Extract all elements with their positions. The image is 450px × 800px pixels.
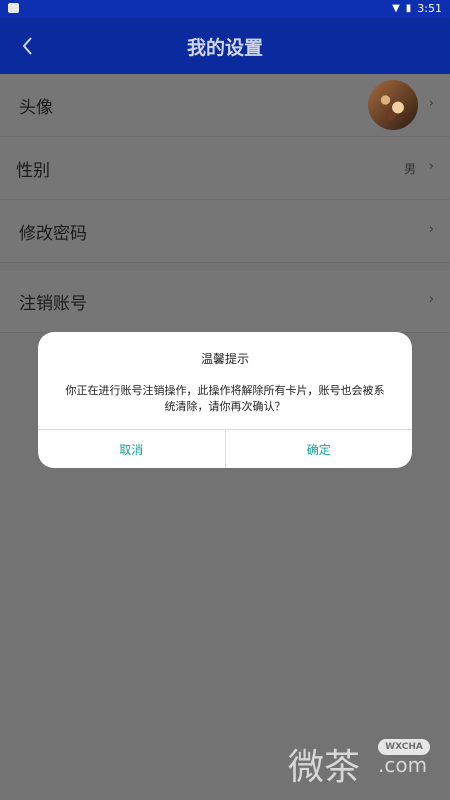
settings-item-label: 修改密码 bbox=[19, 224, 87, 244]
chevron-right-icon: › bbox=[428, 222, 434, 237]
app-bar: 我的设置 bbox=[0, 18, 450, 74]
notification-icon bbox=[8, 3, 19, 13]
status-time: 3:51 bbox=[417, 2, 442, 15]
chevron-right-icon: › bbox=[428, 159, 434, 174]
status-icons: ▼ ▮ 3:51 bbox=[392, 2, 442, 16]
page-title: 我的设置 bbox=[186, 37, 263, 59]
confirm-dialog: 温馨提示 你正在进行账号注销操作，此操作将解除所有卡片，账号也会被系统清除，请你… bbox=[38, 332, 412, 468]
watermark-text: 微茶 bbox=[288, 747, 361, 788]
settings-item-label: 注销账号 bbox=[19, 294, 87, 314]
settings-item-gender[interactable]: 性别 男 › bbox=[0, 137, 450, 200]
watermark-domain: .com bbox=[378, 753, 428, 777]
status-bar: ▼ ▮ 3:51 bbox=[0, 0, 450, 18]
settings-item-delete-account[interactable]: 注销账号 › bbox=[0, 269, 450, 333]
dialog-message: 你正在进行账号注销操作，此操作将解除所有卡片，账号也会被系统清除，请你再次确认？ bbox=[65, 384, 385, 413]
confirm-button[interactable]: 确定 bbox=[224, 430, 413, 468]
gender-value: 男 bbox=[403, 162, 416, 176]
settings-item-label: 头像 bbox=[19, 98, 53, 118]
chevron-right-icon: › bbox=[428, 292, 434, 307]
wifi-icon: ▼ bbox=[392, 3, 400, 14]
settings-list: 头像 › 性别 男 › 修改密码 › 注销账号 › bbox=[0, 74, 450, 333]
settings-item-label: 性别 bbox=[16, 161, 50, 181]
dialog-actions: 取消 确定 bbox=[38, 429, 412, 468]
settings-item-change-password[interactable]: 修改密码 › bbox=[0, 200, 450, 263]
chevron-right-icon: › bbox=[428, 96, 434, 111]
dialog-title: 温馨提示 bbox=[200, 352, 249, 366]
cancel-button[interactable]: 取消 bbox=[38, 430, 225, 468]
avatar bbox=[368, 80, 418, 130]
battery-icon: ▮ bbox=[405, 3, 412, 14]
settings-item-avatar[interactable]: 头像 › bbox=[0, 74, 450, 137]
